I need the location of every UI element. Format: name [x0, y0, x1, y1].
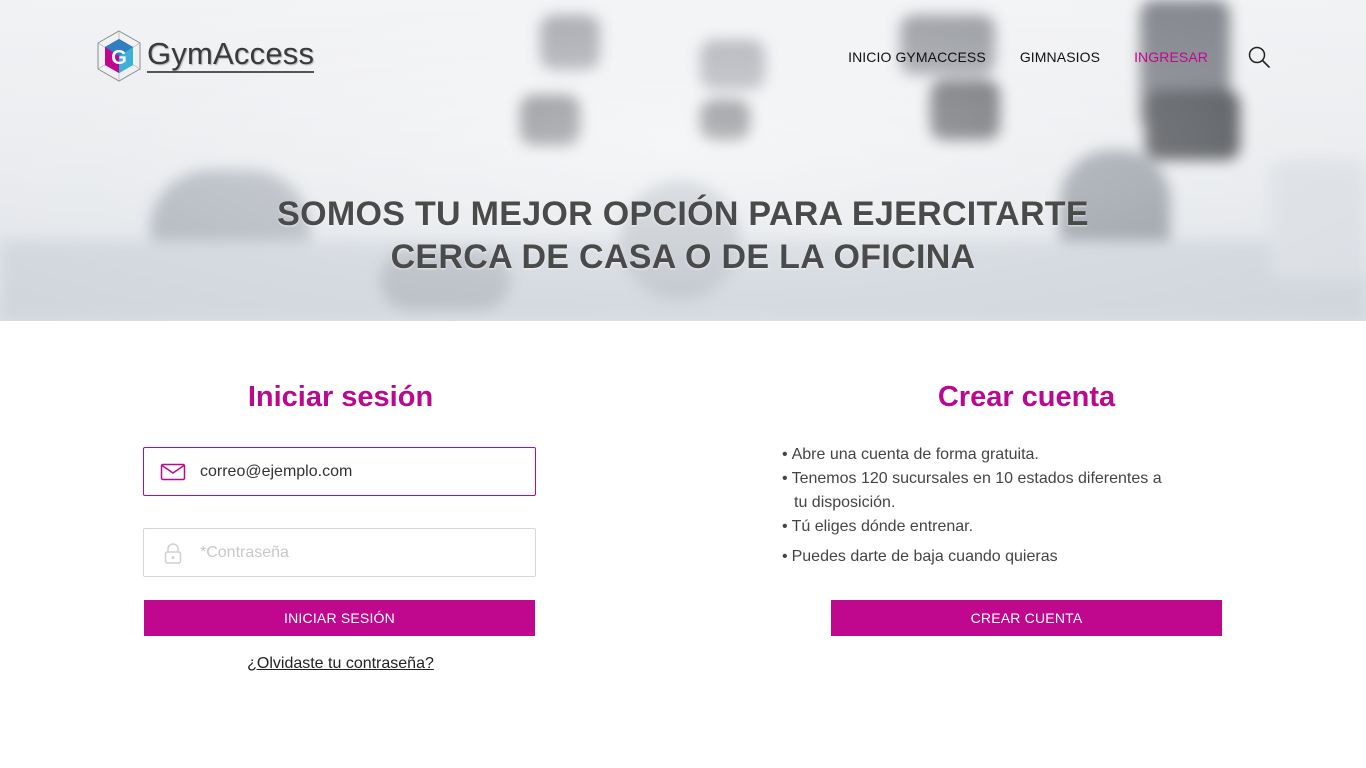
email-field[interactable] — [143, 447, 536, 496]
list-item: • Tenemos 120 sucursales en 10 estados di… — [782, 470, 1162, 511]
list-item: • Puedes darte de baja cuando quieras — [782, 548, 1058, 565]
hero-headline-line-2: CERCA DE CASA O DE LA OFICINA — [390, 238, 976, 276]
password-field[interactable] — [143, 528, 536, 577]
nav-item-gimnasios[interactable]: GIMNASIOS — [1020, 49, 1100, 65]
create-account-title: Crear cuenta — [937, 381, 1116, 413]
login-button[interactable]: INICIAR SESIÓN — [144, 600, 535, 636]
password-input[interactable] — [200, 543, 520, 562]
logo-cube-icon: G — [97, 30, 141, 82]
logo-wordmark: GymAccess — [147, 36, 315, 73]
forgot-password-link[interactable]: ¿Olvidaste tu contraseña? — [143, 655, 538, 673]
hero-banner: G GymAccess INICIO GYMACCESS GIMNASIOS I… — [0, 0, 1366, 321]
create-account-button[interactable]: CREAR CUENTA — [831, 600, 1222, 636]
nav-item-inicio[interactable]: INICIO GYMACCESS — [848, 49, 986, 65]
nav-item-ingresar[interactable]: INGRESAR — [1134, 49, 1208, 65]
search-icon[interactable] — [1248, 46, 1270, 68]
email-input[interactable] — [200, 462, 520, 481]
hero-headline: SOMOS TU MEJOR OPCIÓN PARA EJERCITARTE C… — [0, 193, 1366, 279]
benefits-list: • Abre una cuenta de forma gratuita. • Ten… — [782, 443, 1202, 569]
svg-text:G: G — [111, 47, 127, 69]
hero-headline-line-1: SOMOS TU MEJOR OPCIÓN PARA EJERCITARTE — [277, 195, 1089, 233]
login-title: Iniciar sesión — [247, 381, 434, 413]
lock-icon — [164, 542, 182, 564]
main-nav: INICIO GYMACCESS GIMNASIOS INGRESAR — [814, 46, 1270, 68]
envelope-icon — [160, 463, 186, 480]
list-item: • Abre una cuenta de forma gratuita. — [782, 446, 1039, 463]
gymaccess-logo[interactable]: G GymAccess — [95, 29, 315, 83]
list-item: • Tú eliges dónde entrenar. — [782, 518, 974, 535]
